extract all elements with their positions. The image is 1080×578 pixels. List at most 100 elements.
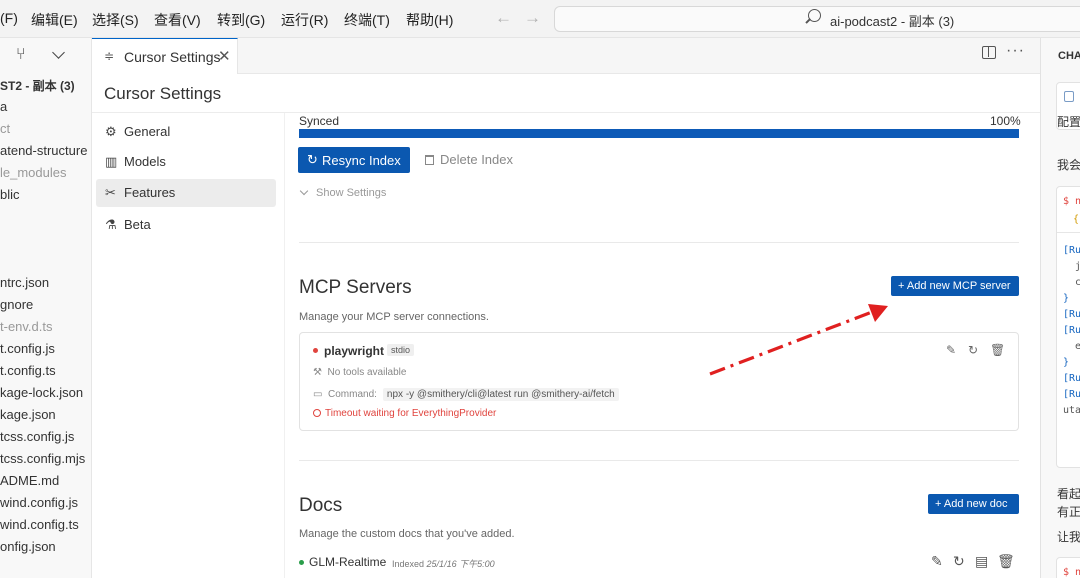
explorer-item[interactable]: ADME.md — [0, 473, 59, 488]
settings-nav-beta[interactable]: ⚗ Beta — [96, 211, 276, 239]
menu-view[interactable]: 查看(V) — [154, 10, 201, 30]
doc-indexed-meta: Indexed 25/1/16 下午5:00 — [392, 557, 495, 570]
file-icon — [1064, 91, 1074, 102]
index-progress-fill — [299, 129, 1019, 138]
index-progress-bar — [299, 129, 1019, 138]
trash-icon[interactable]: 🗑 — [990, 343, 1005, 357]
explorer-item[interactable]: tcss.config.mjs — [0, 451, 85, 466]
doc-item: GLM-Realtime Indexed 25/1/16 下午5:00 ✎ ↻ … — [299, 553, 1019, 573]
explorer-item[interactable]: wind.config.js — [0, 495, 78, 510]
add-new-doc-button[interactable]: + Add new doc — [928, 494, 1019, 514]
chat-text: 有正 — [1057, 505, 1080, 519]
index-percent: 100% — [990, 114, 1021, 128]
menu-go[interactable]: 转到(G) — [217, 10, 265, 30]
arrow-shaft — [709, 310, 873, 376]
menu-file[interactable]: (F) — [0, 10, 18, 26]
code-line: c — [1075, 277, 1080, 288]
tab-cursor-settings[interactable]: ≑ Cursor Settings ✕ — [92, 38, 238, 74]
button-label: + Add new doc — [935, 498, 1008, 510]
error-icon — [313, 409, 321, 417]
settings-nav-features[interactable]: ✂ Features — [96, 179, 276, 207]
explorer-item[interactable]: t.config.ts — [0, 363, 56, 378]
explorer-item[interactable]: gnore — [0, 297, 33, 312]
button-label: + Add new MCP server — [898, 280, 1011, 292]
explorer-item[interactable]: tcss.config.js — [0, 429, 74, 444]
gear-icon: ⚙ — [105, 124, 117, 139]
error-row: Timeout waiting for EverythingProvider — [313, 408, 496, 419]
code-line: $ n — [1063, 567, 1080, 578]
refresh-icon: ↻ — [307, 152, 318, 167]
edit-icon[interactable]: ✎ — [931, 553, 943, 570]
explorer-item[interactable]: wind.config.ts — [0, 517, 79, 532]
split-editor-icon[interactable] — [982, 46, 996, 59]
delete-index-button[interactable]: Delete Index — [425, 152, 513, 167]
add-mcp-server-button[interactable]: + Add new MCP server — [891, 276, 1019, 296]
doc-name: GLM-Realtime — [309, 555, 387, 569]
chat-text: 看起 — [1057, 487, 1080, 501]
code-line: [Ru — [1063, 245, 1080, 256]
button-label: Resync Index — [322, 153, 401, 168]
bar-chart-icon: ▥ — [105, 154, 118, 169]
arrow-head — [868, 304, 888, 322]
explorer-root-folder[interactable]: ST2 - 副本 (3) — [0, 77, 75, 94]
indexed-label: Indexed — [392, 559, 425, 569]
nav-label: General — [124, 124, 171, 139]
resync-index-button[interactable]: ↻ Resync Index — [298, 147, 410, 173]
terminal-icon: ▭ — [313, 389, 323, 400]
close-icon[interactable]: ✕ — [218, 47, 231, 65]
refresh-icon[interactable]: ↻ — [953, 553, 965, 570]
docs-section-title: Docs — [299, 495, 343, 516]
more-actions-icon[interactable]: ··· — [1006, 42, 1025, 60]
tools-text: No tools available — [327, 367, 407, 378]
source-control-icon[interactable]: ⑂ — [16, 46, 26, 64]
code-line: [Ru — [1063, 309, 1080, 320]
menu-terminal[interactable]: 终端(T) — [344, 10, 390, 30]
menu-selection[interactable]: 选择(S) — [92, 10, 139, 30]
edit-icon[interactable]: ✎ — [946, 343, 956, 357]
explorer-item[interactable]: blic — [0, 187, 20, 202]
explorer-item[interactable]: a — [0, 99, 7, 114]
code-line: } — [1063, 293, 1070, 304]
divider — [1057, 232, 1080, 233]
status-ok-dot — [299, 560, 304, 565]
chevron-down-icon[interactable] — [52, 46, 65, 59]
code-line: e — [1075, 341, 1080, 352]
tab-label: Cursor Settings — [124, 49, 221, 65]
explorer-sidebar: ⑂ ST2 - 副本 (3) a ct atend-structure le_m… — [0, 38, 92, 578]
explorer-item[interactable]: kage-lock.json — [0, 385, 83, 400]
settings-nav-general[interactable]: ⚙ General — [96, 118, 276, 146]
book-icon[interactable]: ▤ — [975, 553, 988, 570]
docs-section-description: Manage the custom docs that you've added… — [299, 528, 515, 540]
divider — [299, 242, 1019, 243]
explorer-item[interactable]: atend-structure — [0, 143, 87, 158]
menu-help[interactable]: 帮助(H) — [406, 10, 453, 30]
forward-arrow-icon[interactable]: → — [524, 8, 541, 28]
trash-icon — [425, 155, 434, 165]
nav-label: Models — [124, 154, 166, 169]
command-row: ▭ Command: npx -y @smithery/cli@latest ru… — [313, 388, 619, 401]
menu-edit[interactable]: 编辑(E) — [31, 10, 78, 30]
toggle-label: Show Settings — [316, 187, 387, 199]
explorer-item[interactable]: t-env.d.ts — [0, 319, 53, 334]
menu-run[interactable]: 运行(R) — [281, 10, 328, 30]
settings-nav-models[interactable]: ▥ Models — [96, 148, 276, 176]
explorer-item[interactable]: le_modules — [0, 165, 67, 180]
refresh-icon[interactable]: ↻ — [968, 343, 978, 357]
transport-badge: stdio — [387, 344, 415, 356]
explorer-item[interactable]: ct — [0, 121, 10, 136]
explorer-item[interactable]: ntrc.json — [0, 275, 49, 290]
explorer-item[interactable]: t.config.js — [0, 341, 55, 356]
explorer-item[interactable]: kage.json — [0, 407, 56, 422]
show-settings-toggle[interactable]: Show Settings — [299, 186, 387, 199]
trash-icon[interactable]: 🗑 — [997, 553, 1015, 570]
divider — [299, 460, 1019, 461]
back-arrow-icon[interactable]: ← — [495, 8, 512, 28]
nav-label: Features — [124, 185, 176, 200]
editor-tab-bar: ≑ Cursor Settings ✕ — [92, 38, 1040, 74]
mcp-server-name: playwright — [324, 344, 385, 358]
code-line: } — [1063, 357, 1070, 368]
code-line: [Ru — [1063, 373, 1080, 384]
code-line: uta — [1063, 405, 1080, 416]
tools-icon: ⚒ — [313, 367, 322, 378]
explorer-item[interactable]: onfig.json — [0, 539, 56, 554]
